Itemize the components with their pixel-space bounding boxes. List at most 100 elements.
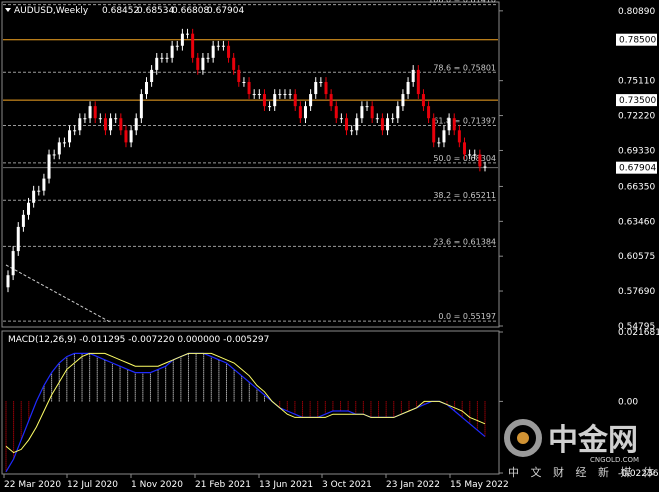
candle-body[interactable] [93, 106, 97, 119]
candle-body[interactable] [73, 130, 77, 132]
candle-body[interactable] [303, 106, 307, 119]
candle-body[interactable] [175, 45, 179, 47]
candle-body[interactable] [421, 94, 425, 107]
candle-body[interactable] [155, 57, 159, 70]
date-tick-label: 23 Jan 2022 [386, 480, 440, 490]
candle-body[interactable] [227, 45, 231, 58]
candle-body[interactable] [237, 69, 241, 82]
candle-body[interactable] [380, 118, 384, 131]
candle-body[interactable] [139, 94, 143, 119]
candle-body[interactable] [257, 94, 261, 96]
candle-body[interactable] [16, 226, 20, 252]
candle-body[interactable] [144, 81, 148, 95]
candle-body[interactable] [416, 69, 420, 95]
candle-body[interactable] [350, 130, 354, 132]
candle-body[interactable] [365, 106, 369, 108]
candle-body[interactable] [221, 45, 225, 47]
candle-body[interactable] [47, 154, 51, 179]
candle-body[interactable] [27, 202, 31, 215]
candle-body[interactable] [447, 118, 451, 131]
fib-label: 23.6 = 0.61384 [433, 237, 496, 246]
candle-body[interactable] [247, 81, 251, 95]
candle-body[interactable] [360, 106, 364, 119]
candle-body[interactable] [411, 69, 415, 82]
candle-body[interactable] [473, 154, 477, 156]
candle-body[interactable] [293, 94, 297, 107]
candle-body[interactable] [98, 118, 102, 120]
candle-body[interactable] [109, 118, 113, 131]
candle-body[interactable] [478, 154, 482, 167]
candle-body[interactable] [391, 118, 395, 120]
candle-body[interactable] [309, 94, 313, 107]
candle-body[interactable] [78, 118, 82, 131]
candle-body[interactable] [396, 106, 400, 119]
candle-body[interactable] [262, 94, 266, 107]
candle-body[interactable] [462, 142, 466, 155]
candle-body[interactable] [232, 57, 236, 70]
candle-body[interactable] [283, 94, 287, 96]
candle-body[interactable] [268, 106, 272, 108]
macd-pane[interactable] [1, 330, 500, 475]
candle-body[interactable] [406, 81, 410, 95]
candle-body[interactable] [339, 118, 343, 120]
candle-body[interactable] [273, 94, 277, 107]
candle-body[interactable] [114, 118, 118, 120]
candle-body[interactable] [386, 118, 390, 131]
candle-body[interactable] [119, 118, 123, 131]
candle-body[interactable] [298, 106, 302, 119]
candle-body[interactable] [206, 57, 210, 59]
candle-body[interactable] [11, 251, 15, 276]
candle-body[interactable] [216, 45, 220, 47]
date-tick-label: 1 Nov 2020 [131, 480, 183, 490]
candle-body[interactable] [32, 190, 36, 203]
candle-body[interactable] [324, 81, 328, 95]
candle-body[interactable] [483, 166, 487, 168]
candle-body[interactable] [170, 45, 174, 58]
candle-body[interactable] [319, 81, 323, 83]
candle-body[interactable] [427, 106, 431, 119]
candle-body[interactable] [180, 33, 184, 46]
candle-body[interactable] [211, 45, 215, 58]
candle-body[interactable] [437, 142, 441, 144]
candle-body[interactable] [83, 118, 87, 120]
candle-body[interactable] [252, 94, 256, 96]
candle-body[interactable] [314, 81, 318, 95]
candle-body[interactable] [124, 130, 128, 143]
candle-body[interactable] [288, 94, 292, 96]
candle-body[interactable] [68, 130, 72, 143]
candle-body[interactable] [129, 130, 133, 143]
candle-body[interactable] [37, 190, 41, 192]
candle-body[interactable] [186, 33, 190, 35]
candle-body[interactable] [468, 154, 472, 156]
candle-body[interactable] [375, 118, 379, 120]
candle-body[interactable] [345, 118, 349, 131]
candle-body[interactable] [242, 81, 246, 83]
candle-body[interactable] [52, 154, 56, 156]
candle-body[interactable] [103, 118, 107, 131]
candle-body[interactable] [196, 57, 200, 70]
candle-body[interactable] [57, 142, 61, 155]
candle-body[interactable] [165, 57, 169, 59]
candle-body[interactable] [370, 106, 374, 119]
candle-body[interactable] [62, 142, 66, 144]
candle-body[interactable] [334, 106, 338, 119]
candle-body[interactable] [134, 118, 138, 131]
candle-body[interactable] [457, 130, 461, 143]
candle-body[interactable] [329, 94, 333, 107]
candle-body[interactable] [42, 178, 46, 191]
candle-body[interactable] [401, 94, 405, 107]
candle-body[interactable] [442, 130, 446, 143]
candle-body[interactable] [6, 275, 10, 288]
candle-body[interactable] [150, 69, 154, 82]
candle-body[interactable] [452, 118, 456, 131]
candle-body[interactable] [355, 118, 359, 131]
symbol-label: AUDUSD,Weekly [14, 6, 89, 16]
price-pane[interactable] [1, 1, 500, 328]
candle-body[interactable] [160, 57, 164, 59]
candle-body[interactable] [432, 118, 436, 143]
candle-body[interactable] [201, 57, 205, 70]
candle-body[interactable] [88, 106, 92, 119]
candle-body[interactable] [21, 214, 25, 227]
candle-body[interactable] [278, 94, 282, 96]
candle-body[interactable] [191, 33, 195, 58]
